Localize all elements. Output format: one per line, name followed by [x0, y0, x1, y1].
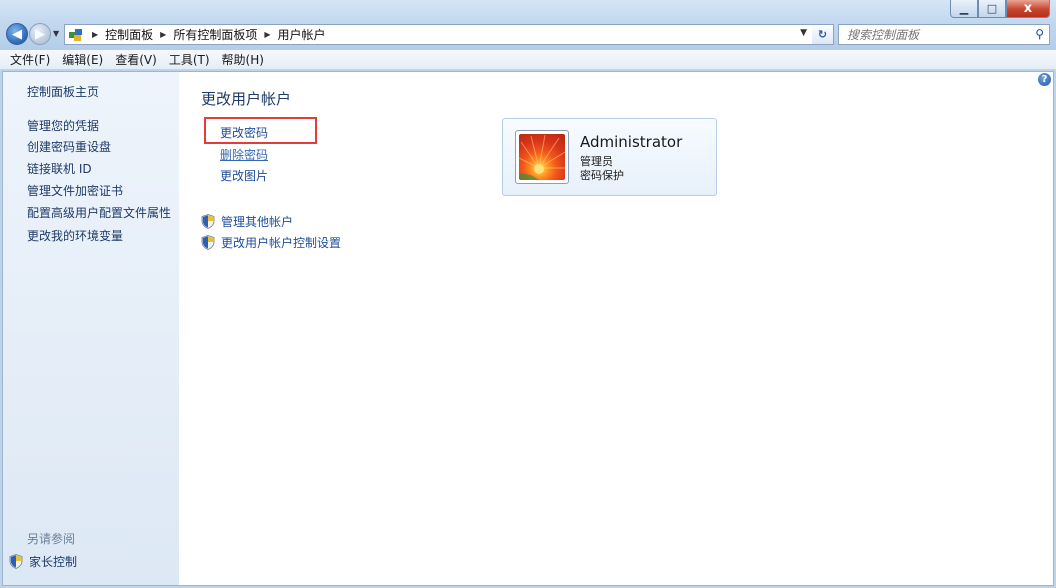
parental-controls-label: 家长控制: [29, 555, 78, 569]
uac-shield-icon: [201, 214, 215, 229]
menu-file[interactable]: 文件(F): [4, 51, 56, 68]
refresh-button[interactable]: ↻: [812, 24, 834, 45]
forward-button[interactable]: ▶: [29, 23, 51, 45]
recent-pages-dropdown-icon[interactable]: ▼: [53, 29, 59, 38]
menu-edit[interactable]: 编辑(E): [56, 51, 109, 68]
sidebar-manage-credentials[interactable]: 管理您的凭据: [27, 117, 99, 134]
breadcrumb-user-accounts[interactable]: 用户帐户: [278, 26, 326, 43]
change-password-link[interactable]: 更改密码: [220, 124, 268, 141]
arrow-right-icon: ▶: [35, 26, 45, 42]
close-button[interactable]: x: [1006, 0, 1050, 18]
address-dropdown-icon[interactable]: ▼: [800, 28, 807, 38]
menu-tools[interactable]: 工具(T): [163, 51, 216, 68]
help-icon[interactable]: ?: [1038, 73, 1051, 86]
title-bar: ▁ □ x ◀ ▶ ▼ ▶ 控制面板 ▶ 所有控制面板项 ▶ 用户帐户 ▼ ↻ …: [0, 0, 1056, 50]
change-picture-link[interactable]: 更改图片: [220, 167, 268, 184]
remove-password-link[interactable]: 删除密码: [220, 146, 268, 163]
control-panel-icon: [68, 28, 84, 42]
see-also-heading: 另请参阅: [27, 532, 76, 546]
sidebar-link-online-id[interactable]: 链接联机 ID: [27, 160, 92, 177]
uac-settings-link[interactable]: 更改用户帐户控制设置: [201, 234, 341, 251]
breadcrumb-all-items[interactable]: 所有控制面板项: [173, 26, 257, 43]
window-controls: ▁ □ x: [950, 0, 1050, 18]
user-account-tile: Administrator 管理员 密码保护: [502, 118, 717, 196]
manage-other-accounts-link[interactable]: 管理其他帐户: [201, 213, 293, 230]
address-bar[interactable]: ▶ 控制面板 ▶ 所有控制面板项 ▶ 用户帐户 ▼: [64, 24, 834, 45]
sidebar-control-panel-home[interactable]: 控制面板主页: [27, 83, 99, 100]
sidebar-create-reset-disk[interactable]: 创建密码重设盘: [27, 138, 111, 155]
search-icon[interactable]: ⚲: [1035, 27, 1044, 41]
breadcrumb-separator-icon[interactable]: ▶: [92, 30, 98, 39]
sidebar: 控制面板主页 管理您的凭据 创建密码重设盘 链接联机 ID 管理文件加密证书 配…: [3, 72, 179, 585]
menu-help[interactable]: 帮助(H): [216, 51, 270, 68]
uac-shield-icon: [201, 235, 215, 250]
avatar: [515, 130, 569, 184]
maximize-button[interactable]: □: [978, 0, 1006, 18]
manage-other-accounts-label: 管理其他帐户: [221, 215, 294, 229]
uac-settings-label: 更改用户帐户控制设置: [221, 236, 342, 250]
uac-shield-icon: [9, 554, 23, 569]
sidebar-change-environment-variables[interactable]: 更改我的环境变量: [27, 227, 123, 244]
user-password-status: 密码保护: [580, 169, 624, 182]
sidebar-advanced-profile-properties[interactable]: 配置高级用户配置文件属性: [27, 204, 171, 221]
search-box[interactable]: ⚲: [838, 24, 1050, 45]
menu-view[interactable]: 查看(V): [109, 51, 163, 68]
search-input[interactable]: [847, 27, 1017, 42]
user-name: Administrator: [580, 133, 683, 151]
user-picture: [519, 134, 565, 180]
refresh-icon: ↻: [817, 28, 828, 41]
breadcrumb-separator-icon[interactable]: ▶: [160, 30, 166, 39]
sidebar-manage-encryption-certs[interactable]: 管理文件加密证书: [27, 182, 123, 199]
breadcrumb-control-panel[interactable]: 控制面板: [105, 26, 153, 43]
content-area: 控制面板主页 管理您的凭据 创建密码重设盘 链接联机 ID 管理文件加密证书 配…: [2, 71, 1054, 586]
arrow-left-icon: ◀: [12, 26, 22, 42]
navigation-bar: ◀ ▶ ▼ ▶ 控制面板 ▶ 所有控制面板项 ▶ 用户帐户 ▼ ↻ 搜索控制面板…: [0, 22, 1056, 48]
minimize-button[interactable]: ▁: [950, 0, 978, 18]
sidebar-parental-controls[interactable]: 家长控制: [9, 553, 77, 570]
back-button[interactable]: ◀: [6, 23, 28, 45]
breadcrumb-separator-icon[interactable]: ▶: [264, 30, 270, 39]
menu-bar: 文件(F) 编辑(E) 查看(V) 工具(T) 帮助(H): [0, 50, 1056, 70]
window: ▁ □ x ◀ ▶ ▼ ▶ 控制面板 ▶ 所有控制面板项 ▶ 用户帐户 ▼ ↻ …: [0, 0, 1056, 588]
page-title: 更改用户帐户: [201, 90, 292, 108]
